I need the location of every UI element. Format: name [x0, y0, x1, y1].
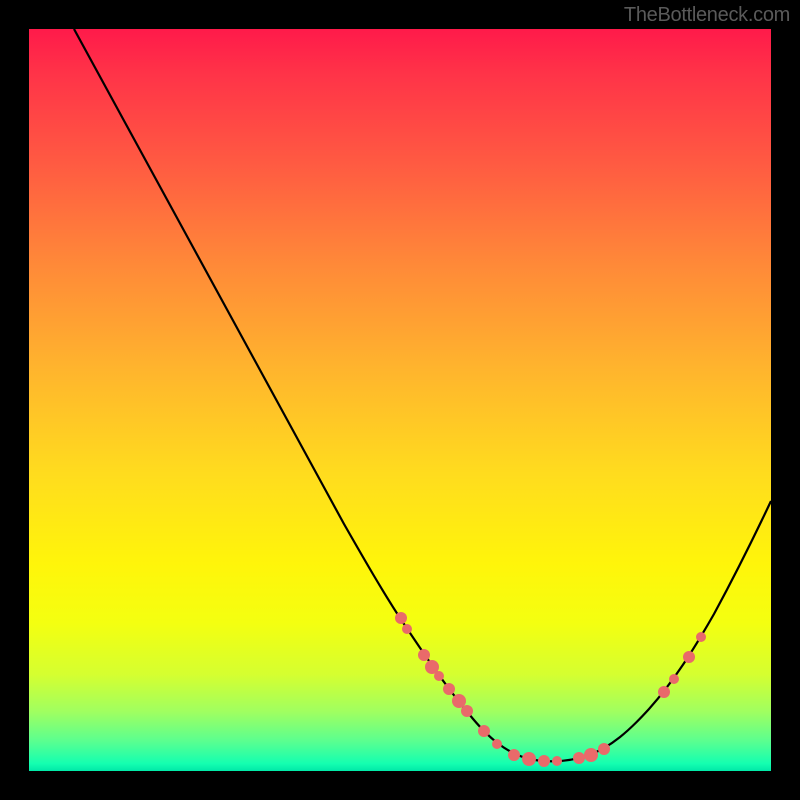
data-point [418, 649, 430, 661]
data-point [683, 651, 695, 663]
data-points-group [395, 612, 706, 767]
data-point [696, 632, 706, 642]
data-point [492, 739, 502, 749]
data-point [573, 752, 585, 764]
data-point [598, 743, 610, 755]
data-point [552, 756, 562, 766]
chart-svg [29, 29, 771, 771]
data-point [658, 686, 670, 698]
chart-plot-area [29, 29, 771, 771]
data-point [522, 752, 536, 766]
watermark-text: TheBottleneck.com [624, 4, 790, 27]
data-point [434, 671, 444, 681]
data-point [402, 624, 412, 634]
data-point [538, 755, 550, 767]
data-point [461, 705, 473, 717]
data-point [669, 674, 679, 684]
data-point [395, 612, 407, 624]
data-point [443, 683, 455, 695]
data-point [478, 725, 490, 737]
data-point [508, 749, 520, 761]
data-point [584, 748, 598, 762]
